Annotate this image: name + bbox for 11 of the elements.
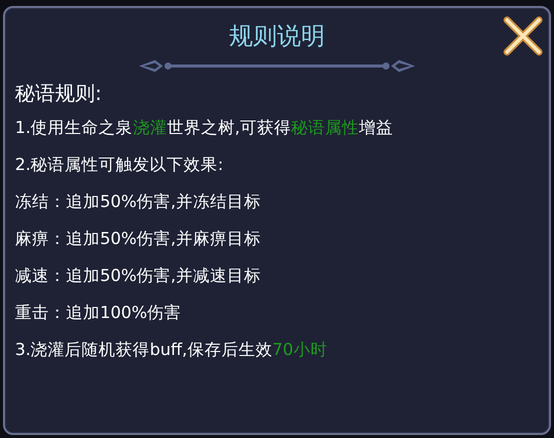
rule-text: 冻结：追加50%伤害,并冻结目标 bbox=[15, 194, 262, 210]
rule-text: 麻痹：追加50%伤害,并麻痹目标 bbox=[15, 231, 262, 248]
rule-text: 2.秘语属性可触发以下效果: bbox=[15, 157, 224, 174]
rule-text: 减速：追加50%伤害,并减速目标 bbox=[15, 268, 262, 284]
close-button[interactable] bbox=[501, 14, 545, 58]
section-heading: 秘语规则: bbox=[15, 83, 103, 103]
rule-text: 1.使用生命之泉浇灌世界之树,可获得秘语属性增益 bbox=[15, 120, 394, 136]
dialog-title: 规则说明 bbox=[229, 24, 325, 48]
rule-text: 3.浇灌后随机获得buff,保存后生效70小时 bbox=[15, 342, 328, 358]
close-icon bbox=[501, 14, 545, 58]
rule-text: 重击：追加100%伤害 bbox=[15, 305, 182, 322]
